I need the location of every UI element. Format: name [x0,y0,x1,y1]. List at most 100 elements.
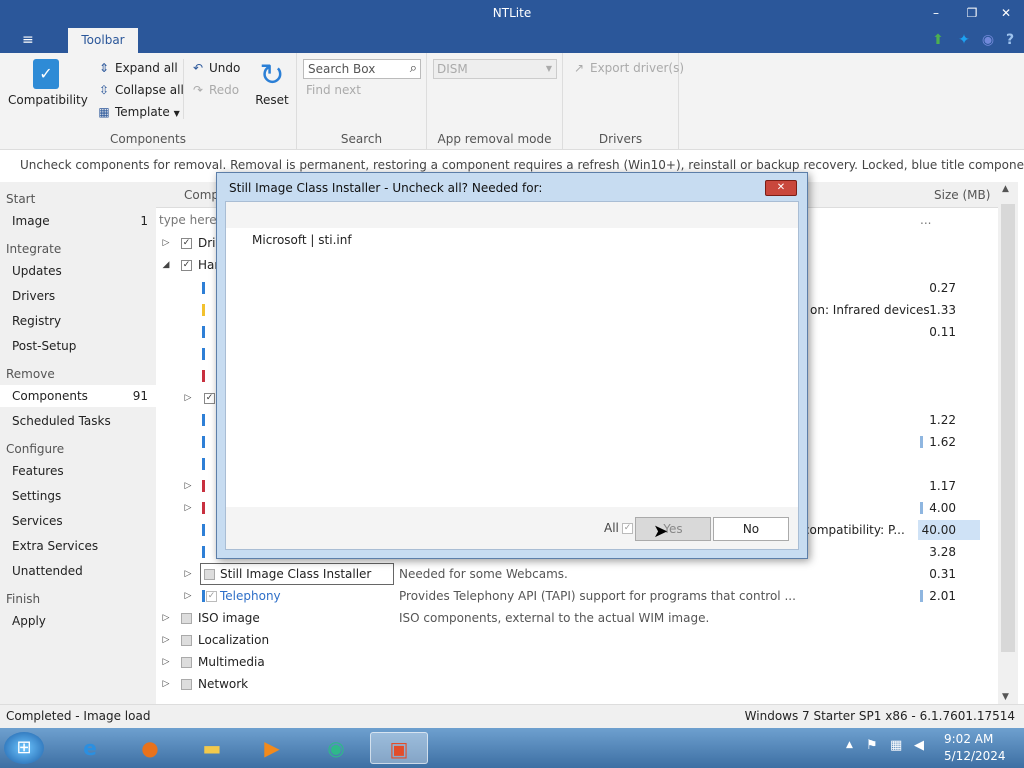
sidebar-item-services[interactable]: Services [0,510,156,532]
checkbox[interactable] [204,569,215,580]
sidebar-item-registry[interactable]: Registry [0,310,156,332]
maximize-button[interactable]: ❐ [962,4,982,22]
expand-arrow-icon[interactable]: ▷ [161,607,171,629]
ntlite-taskbar-button[interactable]: ▣ [370,732,428,764]
search-icon[interactable]: ⌕ [410,61,417,76]
table-row[interactable]: ▷ ✓ Telephony Provides Telephony API (TA… [156,585,998,607]
checkbox[interactable] [181,657,192,668]
volume-icon[interactable]: ◀ [914,738,924,753]
firefox-icon[interactable]: ● [128,732,172,764]
column-header-component[interactable]: Comp [184,188,219,202]
export-drivers-button[interactable]: ↗ Export driver(s) [571,61,684,75]
column-header-size[interactable]: Size (MB) [934,188,990,202]
size-value: 0.31 [929,567,956,581]
vertical-scrollbar[interactable]: ▲ ▼ [998,182,1018,704]
status-left: Completed - Image load [6,709,151,723]
no-button[interactable]: No [713,517,789,541]
expand-arrow-icon[interactable]: ▷ [161,232,171,254]
find-next-button[interactable]: Find next [306,83,361,97]
app-icon[interactable]: ◉ [314,732,358,764]
table-row[interactable]: ▷ Still Image Class Installer Needed for… [156,563,998,585]
media-player-icon[interactable]: ▶ [250,732,294,764]
folder-icon[interactable]: ▬ [190,732,234,764]
tab-toolbar[interactable]: Toolbar [68,28,138,53]
clock-date[interactable]: 5/12/2024 [944,749,1006,763]
status-marker [202,480,205,492]
close-button[interactable]: ✕ [996,4,1016,22]
checkbox[interactable]: ✓ [204,393,215,404]
undo-button[interactable]: ↶ Undo [190,61,240,75]
sidebar-item-post-setup[interactable]: Post-Setup [0,335,156,357]
sidebar-item-image[interactable]: Image 1 [0,210,156,232]
compatibility-button[interactable]: ✓ Compatibility [8,59,88,107]
redo-button[interactable]: ↷ Redo [190,83,239,97]
expand-arrow-icon[interactable]: ▷ [183,475,193,497]
compatibility-icon: ✓ [33,59,59,89]
sidebar-item-drivers[interactable]: Drivers [0,285,156,307]
dism-select[interactable]: DISM ▼ [433,59,557,79]
checkbox[interactable]: ✓ [206,591,217,602]
collapse-arrow-icon[interactable]: ◢ [161,254,171,276]
chevron-down-icon: ▼ [545,64,552,73]
dialog-close-button[interactable]: ✕ [765,180,797,196]
twitter-icon[interactable]: ✦ [954,31,974,49]
menu-icon[interactable]: ≡ [22,32,34,48]
template-button[interactable]: ▦ Template ▼ [96,105,179,119]
collapse-all-button[interactable]: ⇳ Collapse all [96,83,184,97]
discord-icon[interactable]: ◉ [978,31,998,49]
search-placeholder: Search Box [308,62,376,76]
table-row[interactable]: ▷ Network [156,673,998,695]
sidebar-heading-start: Start [6,192,36,206]
expand-arrow-icon[interactable]: ▷ [183,387,193,409]
expand-all-label: Expand all [115,61,178,75]
table-row[interactable]: ▷ Multimedia [156,651,998,673]
dism-value: DISM [437,62,468,76]
checkbox[interactable]: ✓ [181,260,192,271]
scroll-down-icon[interactable]: ▼ [1002,692,1009,702]
clock-time[interactable]: 9:02 AM [944,732,993,746]
uncheck-dialog: Still Image Class Installer - Uncheck al… [216,172,808,559]
sidebar-item-features[interactable]: Features [0,460,156,482]
sidebar-item-apply[interactable]: Apply [0,610,156,632]
sidebar-item-components[interactable]: Components 91 [0,385,156,407]
status-marker [202,436,205,448]
expand-arrow-icon[interactable]: ▷ [183,585,193,607]
checkbox[interactable] [181,635,192,646]
help-icon[interactable]: ? [1000,31,1020,49]
sidebar-item-unattended[interactable]: Unattended [0,560,156,582]
network-icon[interactable]: ▦ [890,738,902,753]
table-row[interactable]: ▷ Localization [156,629,998,651]
expand-arrow-icon[interactable]: ▷ [183,497,193,519]
checkbox[interactable] [181,613,192,624]
sidebar-item-updates[interactable]: Updates [0,260,156,282]
ribbon: ✓ Compatibility ⇕ Expand all ⇳ Collapse al… [0,53,1024,150]
flag-icon[interactable]: ⚑ [866,738,878,753]
minimize-button[interactable]: – [926,4,946,22]
all-checkbox[interactable]: ✓ [622,523,633,534]
scroll-up-icon[interactable]: ▲ [1002,184,1009,194]
checkbox[interactable] [181,679,192,690]
start-button[interactable]: ⊞ [4,732,44,764]
count-badge: 1 [140,214,148,228]
checkbox[interactable]: ✓ [181,238,192,249]
expand-arrow-icon[interactable]: ▷ [161,629,171,651]
sidebar-item-scheduled-tasks[interactable]: Scheduled Tasks [0,410,156,432]
ie-icon[interactable]: e [68,732,112,764]
filter-ellipsis[interactable]: ... [920,209,931,231]
reset-button[interactable]: ↻ Reset [252,59,292,108]
status-marker [202,282,205,294]
table-row[interactable]: ▷ ISO image ISO components, external to … [156,607,998,629]
tray-expand-icon[interactable]: ▲ [846,740,853,750]
search-input[interactable]: Search Box ⌕ [303,59,421,79]
sidebar-item-extra-services[interactable]: Extra Services [0,535,156,557]
expand-arrow-icon[interactable]: ▷ [161,673,171,695]
yes-button[interactable]: Yes [635,517,711,541]
expand-arrow-icon[interactable]: ▷ [161,651,171,673]
row-label: Multimedia [198,655,265,669]
row-label: Localization [198,633,270,647]
expand-all-button[interactable]: ⇕ Expand all [96,61,178,75]
update-arrow-icon[interactable]: ⬆ [928,31,948,49]
expand-arrow-icon[interactable]: ▷ [183,563,193,585]
sidebar-item-settings[interactable]: Settings [0,485,156,507]
scroll-thumb[interactable] [1001,204,1015,652]
